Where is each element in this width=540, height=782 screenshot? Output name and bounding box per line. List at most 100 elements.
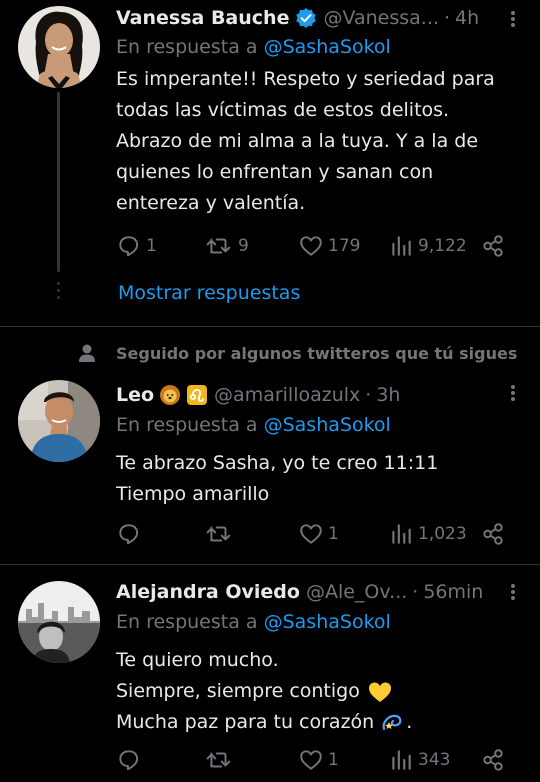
like-icon [300, 750, 322, 770]
more-icon[interactable] [510, 8, 516, 30]
action-bar: 1 1,023 [116, 521, 506, 547]
text-segment: . [406, 711, 413, 733]
views-count: 343 [418, 750, 451, 770]
lion-face-emoji [159, 384, 181, 406]
text-line: Mucha paz para tu corazón . [116, 707, 516, 738]
views-icon [392, 236, 411, 256]
show-replies-link[interactable]: Mostrar respuestas [118, 282, 300, 304]
tweet-leo[interactable]: Leo @amarilloazulx · 3h En respuesta a @… [0, 372, 540, 562]
reply-context: En respuesta a @SashaSokol [116, 36, 391, 58]
like-button[interactable]: 1 [298, 521, 339, 547]
like-count: 179 [328, 236, 361, 256]
text-line: todas las víctimas de estos delitos. [116, 99, 450, 121]
action-bar: 1 343 [116, 747, 506, 773]
text-segment: Siempre, siempre contigo [116, 680, 360, 702]
more-icon[interactable] [510, 382, 516, 404]
author-handle[interactable]: @amarilloazulx [214, 384, 360, 406]
author-name[interactable]: Vanessa Bauche [116, 7, 289, 29]
tweet-text: Es imperante!! Respeto y seriedad para t… [116, 64, 516, 219]
retweet-button[interactable] [204, 747, 238, 773]
social-context: Seguido por algunos twitteros que tú sig… [78, 340, 517, 366]
author-handle[interactable]: @Vanessa... [323, 7, 438, 29]
share-button[interactable] [480, 521, 506, 547]
author-name[interactable]: Alejandra Oviedo [116, 581, 300, 603]
like-icon [300, 524, 322, 544]
avatar-alejandra[interactable] [18, 581, 100, 663]
thread-line [57, 92, 60, 272]
avatar-leo[interactable] [18, 380, 100, 462]
reply-mention-link[interactable]: @SashaSokol [264, 611, 391, 633]
reply-icon [119, 524, 139, 545]
yellow-heart-emoji [368, 682, 391, 702]
views-count: 9,122 [418, 236, 467, 256]
tweet-time[interactable]: 4h [455, 7, 479, 29]
like-count: 1 [328, 524, 339, 544]
tweet-alejandra-oviedo[interactable]: Alejandra Oviedo @Ale_Ov... · 56min En r… [0, 565, 540, 782]
tweet-text: Te quiero mucho. Siempre, siempre contig… [116, 645, 516, 738]
like-count: 1 [328, 750, 339, 770]
retweet-icon [206, 526, 231, 542]
thread-dots [56, 282, 61, 304]
views-button[interactable]: 1,023 [388, 521, 467, 547]
retweet-icon [206, 238, 231, 254]
retweet-count: 9 [238, 236, 249, 256]
share-icon [483, 235, 503, 257]
share-button[interactable] [480, 233, 506, 259]
reply-button[interactable] [116, 747, 146, 773]
avatar-vanessa[interactable] [18, 6, 100, 88]
reply-button[interactable]: 1 [116, 233, 157, 259]
tweet-time[interactable]: 56min [423, 581, 483, 603]
like-button[interactable]: 1 [298, 747, 339, 773]
retweet-button[interactable] [204, 521, 238, 547]
reply-context: En respuesta a @SashaSokol [116, 611, 391, 633]
views-button[interactable]: 343 [388, 747, 450, 773]
text-line: Tiempo amarillo [116, 483, 270, 505]
text-line: Te quiero mucho. [116, 649, 279, 671]
author-name[interactable]: Leo [116, 384, 154, 406]
social-context-text: Seguido por algunos twitteros que tú sig… [116, 343, 518, 363]
share-icon [483, 749, 503, 771]
tweet-header: Alejandra Oviedo @Ale_Ov... · 56min [116, 577, 483, 607]
tweet-time[interactable]: 3h [376, 384, 400, 406]
text-line: quienes lo enfrentan y sanan con [116, 161, 434, 183]
text-line: entereza y valentía. [116, 192, 306, 214]
leo-sign-emoji [186, 384, 208, 406]
reply-prefix: En respuesta a [116, 414, 258, 436]
views-icon [392, 524, 411, 544]
text-line: Abrazo de mi alma a la tuya. Y a la de [116, 130, 479, 152]
person-icon [79, 344, 95, 362]
separator-dot: · [443, 7, 450, 29]
views-button[interactable]: 9,122 [388, 233, 467, 259]
tweet-vanessa-bauche[interactable]: Vanessa Bauche @Vanessa... · 4h En respu… [0, 0, 540, 326]
share-icon [483, 523, 503, 545]
author-handle[interactable]: @Ale_Ov... [306, 581, 407, 603]
views-count: 1,023 [418, 524, 467, 544]
reply-prefix: En respuesta a [116, 611, 258, 633]
reply-prefix: En respuesta a [116, 36, 258, 58]
action-bar: 1 9 179 9,122 [116, 233, 506, 259]
reply-icon [119, 236, 139, 257]
reply-icon [119, 750, 139, 771]
reply-context: En respuesta a @SashaSokol [116, 414, 391, 436]
separator-dot: · [412, 581, 419, 603]
tweet-header: Vanessa Bauche @Vanessa... · 4h [116, 3, 479, 33]
reply-button[interactable] [116, 521, 146, 547]
divider [0, 326, 540, 327]
views-icon [392, 750, 411, 770]
tweet-header: Leo @amarilloazulx · 3h [116, 380, 400, 410]
reply-mention-link[interactable]: @SashaSokol [264, 414, 391, 436]
reply-count: 1 [146, 236, 157, 256]
retweet-button[interactable]: 9 [204, 233, 249, 259]
retweet-icon [206, 752, 231, 768]
text-line: Es imperante!! Respeto y seriedad para [116, 68, 495, 90]
like-icon [300, 236, 322, 256]
tweet-text: Te abrazo Sasha, yo te creo 11:11 Tiempo… [116, 448, 516, 510]
more-icon[interactable] [510, 581, 516, 603]
verified-badge-icon [295, 7, 317, 29]
reply-mention-link[interactable]: @SashaSokol [264, 36, 391, 58]
share-button[interactable] [480, 747, 506, 773]
separator-dot: · [365, 384, 372, 406]
text-line: Siempre, siempre contigo [116, 676, 516, 707]
like-button[interactable]: 179 [298, 233, 360, 259]
text-segment: Mucha paz para tu corazón [116, 711, 375, 733]
